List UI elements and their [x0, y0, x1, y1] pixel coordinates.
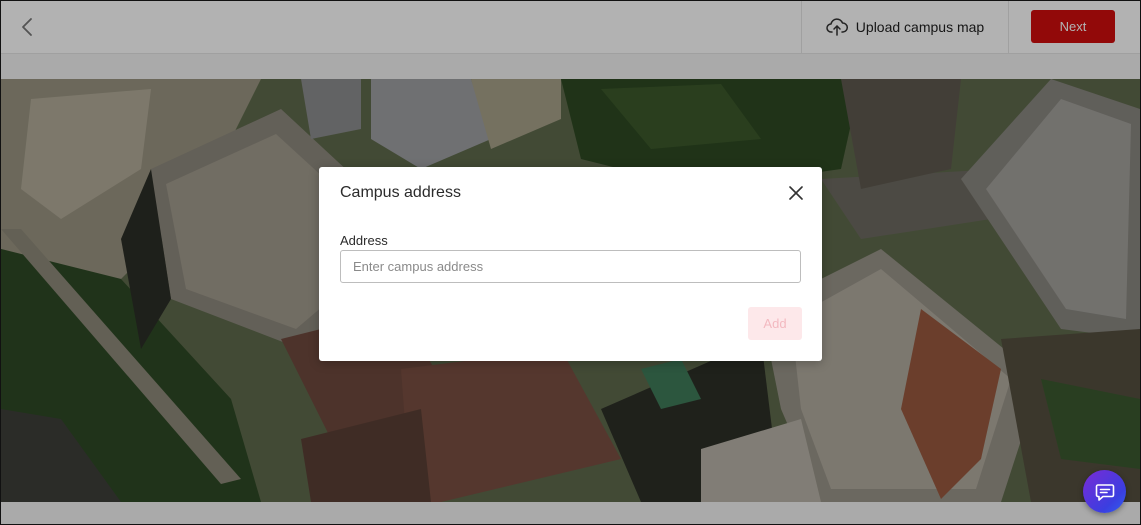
app-frame: Upload campus map Next Campus address Ad…: [0, 0, 1141, 525]
modal-title: Campus address: [340, 184, 461, 201]
close-icon: [789, 186, 803, 200]
address-label: Address: [340, 233, 388, 248]
close-button[interactable]: [786, 183, 806, 203]
address-input[interactable]: [340, 250, 801, 283]
add-button[interactable]: Add: [748, 307, 802, 340]
chat-button[interactable]: [1083, 470, 1126, 513]
chat-icon: [1095, 483, 1114, 501]
campus-address-modal: Campus address Address Add: [319, 167, 822, 361]
